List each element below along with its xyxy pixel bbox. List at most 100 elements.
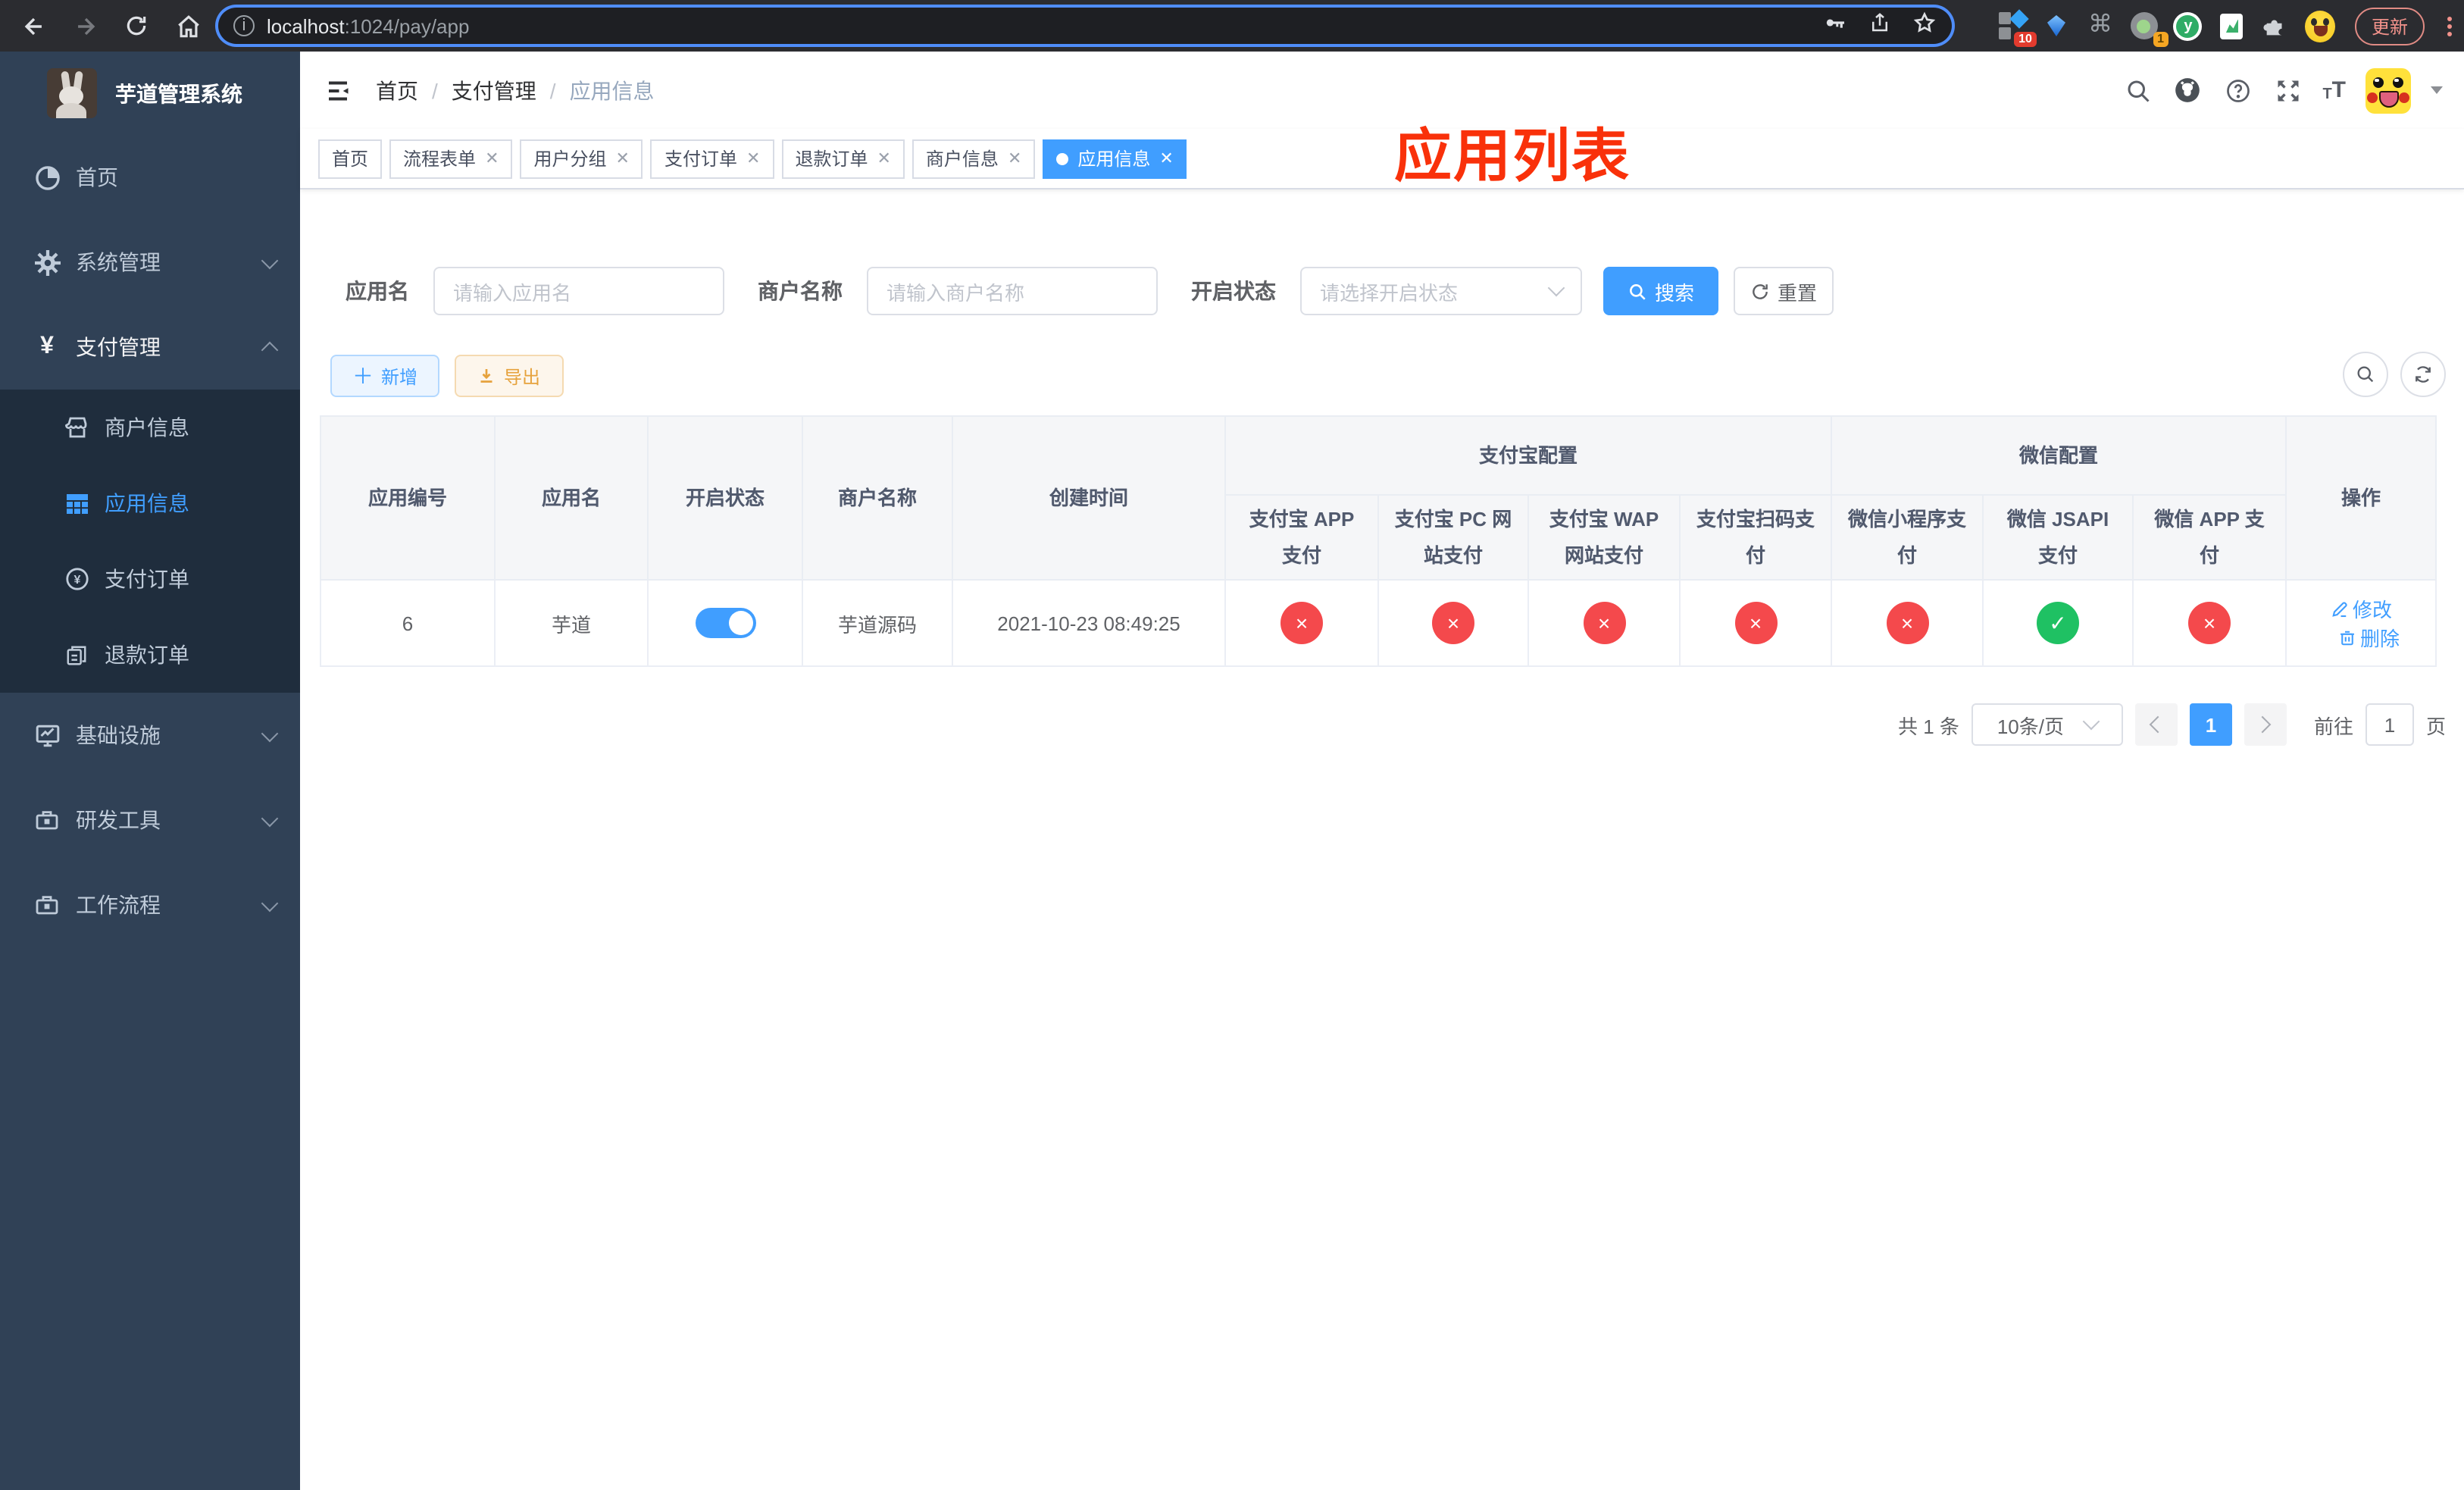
help-icon[interactable] — [2222, 75, 2253, 105]
sidebar-item-infrastructure[interactable]: 基础设施 — [0, 693, 300, 778]
extension-gem-icon[interactable] — [2041, 11, 2072, 41]
breadcrumb-payment[interactable]: 支付管理 — [452, 75, 536, 105]
breadcrumb: 首页 / 支付管理 / 应用信息 — [376, 75, 655, 105]
app-name-input[interactable]: 请输入应用名 — [433, 267, 724, 315]
app-logo[interactable]: 芋道管理系统 — [0, 52, 300, 135]
back-icon[interactable] — [15, 8, 52, 44]
search-button[interactable]: 搜索 — [1603, 267, 1718, 315]
sidebar-item-payment-order[interactable]: ¥ 支付订单 — [0, 541, 300, 617]
delete-link[interactable]: 删除 — [2337, 623, 2400, 652]
user-avatar[interactable] — [2366, 67, 2411, 113]
extensions-puzzle-icon[interactable] — [2261, 11, 2291, 41]
close-icon[interactable]: ✕ — [877, 149, 890, 168]
col-app-id: 应用编号 — [320, 415, 496, 581]
reset-button[interactable]: 重置 — [1734, 267, 1834, 315]
next-page-button[interactable] — [2244, 703, 2287, 746]
page-unit-label: 页 — [2425, 715, 2446, 737]
address-bar[interactable]: i localhost:1024/pay/app — [218, 8, 1952, 44]
tab-home[interactable]: 首页 — [318, 139, 383, 178]
navbar: 首页 / 支付管理 / 应用信息 TT — [300, 52, 2464, 129]
close-icon[interactable]: ✕ — [1008, 149, 1021, 168]
extension-badge: 10 — [2014, 32, 2037, 47]
goto-page-input[interactable] — [2365, 703, 2414, 746]
page-size-select[interactable]: 10条/页 — [1971, 703, 2123, 746]
breadcrumb-home[interactable]: 首页 — [376, 75, 418, 105]
extension-blocks-icon[interactable]: 10 — [1997, 9, 2037, 47]
close-icon[interactable]: ✕ — [1159, 149, 1173, 168]
sidebar-item-refund-order[interactable]: 退款订单 — [0, 617, 300, 693]
password-key-icon[interactable] — [1823, 10, 1847, 42]
page-number-1[interactable]: 1 — [2189, 703, 2232, 746]
cell-app-id: 6 — [320, 579, 496, 667]
bookmark-star-icon[interactable] — [1912, 10, 1937, 42]
tab-process-form[interactable]: 流程表单 ✕ — [389, 139, 513, 178]
profile-avatar-icon[interactable] — [2304, 10, 2335, 42]
reload-icon[interactable] — [118, 8, 155, 44]
home-icon[interactable] — [170, 8, 206, 44]
font-size-icon[interactable]: TT — [2322, 77, 2346, 103]
status-select[interactable]: 请选择开启状态 — [1300, 267, 1582, 315]
avatar-dropdown-icon[interactable] — [2431, 86, 2443, 94]
tab-payment-order[interactable]: 支付订单 ✕ — [650, 139, 774, 178]
sidebar-item-payment[interactable]: ¥ 支付管理 — [0, 305, 300, 390]
sidebar-item-app-info[interactable]: 应用信息 — [0, 465, 300, 541]
sidebar-item-workflow[interactable]: 工作流程 — [0, 862, 300, 947]
sidebar-item-home[interactable]: 首页 — [0, 135, 300, 220]
wechat-mini-status-icon: × — [1886, 602, 1929, 644]
github-icon[interactable] — [2172, 75, 2203, 105]
chrome-update-button[interactable]: 更新 — [2354, 7, 2425, 45]
forward-icon[interactable] — [67, 8, 103, 44]
app-title: 芋道管理系统 — [115, 81, 242, 105]
tab-merchant-info[interactable]: 商户信息 ✕ — [911, 139, 1036, 178]
close-icon[interactable]: ✕ — [616, 149, 630, 168]
sidebar-item-merchant-info[interactable]: 商户信息 — [0, 390, 300, 465]
status-toggle[interactable] — [695, 608, 755, 638]
extension-doc-icon[interactable] — [2217, 11, 2247, 41]
show-search-toggle-button[interactable] — [2343, 352, 2388, 397]
site-info-icon[interactable]: i — [233, 15, 255, 36]
app-table: 应用编号 应用名 开启状态 商户名称 创建时间 支付宝配置 微信配置 操作 支付… — [320, 415, 2437, 667]
share-icon[interactable] — [1868, 10, 1891, 42]
chevron-down-icon — [261, 809, 279, 827]
pagination-total: 共 1 条 — [1898, 715, 1959, 737]
chevron-up-icon — [261, 341, 279, 359]
dashboard-icon — [33, 164, 61, 191]
sidebar-fold-icon[interactable] — [321, 74, 355, 107]
cell-actions: 修改 删除 — [2285, 579, 2437, 667]
merchant-name-input[interactable]: 请输入商户名称 — [867, 267, 1158, 315]
chevron-down-icon — [2082, 712, 2100, 731]
close-icon[interactable]: ✕ — [746, 149, 760, 168]
tab-user-group[interactable]: 用户分组 ✕ — [520, 139, 643, 178]
edit-link[interactable]: 修改 — [2330, 594, 2392, 623]
col-merchant: 商户名称 — [802, 415, 953, 581]
tags-view-bar: 首页 流程表单 ✕ 用户分组 ✕ 支付订单 ✕ 退款订单 ✕ 商户信息 ✕ 应用信息 ✕ — [300, 129, 2464, 189]
cell-merchant: 芋道源码 — [802, 579, 953, 667]
extension-target-icon[interactable]: 1 — [2129, 11, 2169, 47]
chevron-down-icon — [1547, 279, 1565, 297]
fullscreen-icon[interactable] — [2272, 75, 2303, 105]
close-icon[interactable]: ✕ — [485, 149, 499, 168]
export-button[interactable]: 导出 — [455, 355, 564, 397]
search-icon[interactable] — [2122, 75, 2153, 105]
extension-command-icon[interactable]: ⌘ — [2085, 11, 2115, 41]
wechat-jsapi-status-icon: ✓ — [2037, 602, 2080, 644]
tab-app-info[interactable]: 应用信息 ✕ — [1043, 139, 1187, 178]
main-area: 首页 / 支付管理 / 应用信息 TT 首页 流程表单 ✕ 用户分组 ✕ 支付订… — [300, 52, 2464, 1490]
sidebar-item-system[interactable]: 系统管理 — [0, 220, 300, 305]
sidebar-item-devtools[interactable]: 研发工具 — [0, 778, 300, 862]
chrome-menu-icon[interactable] — [2447, 16, 2452, 36]
tab-refund-order[interactable]: 退款订单 ✕ — [781, 139, 905, 178]
chevron-down-icon — [261, 894, 279, 912]
prev-page-button[interactable] — [2134, 703, 2178, 746]
browser-toolbar: i localhost:1024/pay/app 10 ⌘ 1 y 更新 — [0, 0, 2464, 52]
refresh-button[interactable] — [2400, 352, 2446, 397]
breadcrumb-current: 应用信息 — [569, 78, 655, 102]
alipay-wap-status-icon: × — [1583, 602, 1625, 644]
alipay-app-status-icon: × — [1280, 602, 1323, 644]
alipay-pc-status-icon: × — [1432, 602, 1474, 644]
group-alipay-config: 支付宝配置 — [1224, 415, 1833, 496]
pagination: 共 1 条 10条/页 1 前往 页 — [1898, 703, 2446, 746]
add-button[interactable]: ＋新增 — [330, 355, 439, 397]
extension-y-icon[interactable]: y — [2173, 11, 2203, 41]
extensions-area: 10 ⌘ 1 y 更新 — [1997, 0, 2464, 52]
